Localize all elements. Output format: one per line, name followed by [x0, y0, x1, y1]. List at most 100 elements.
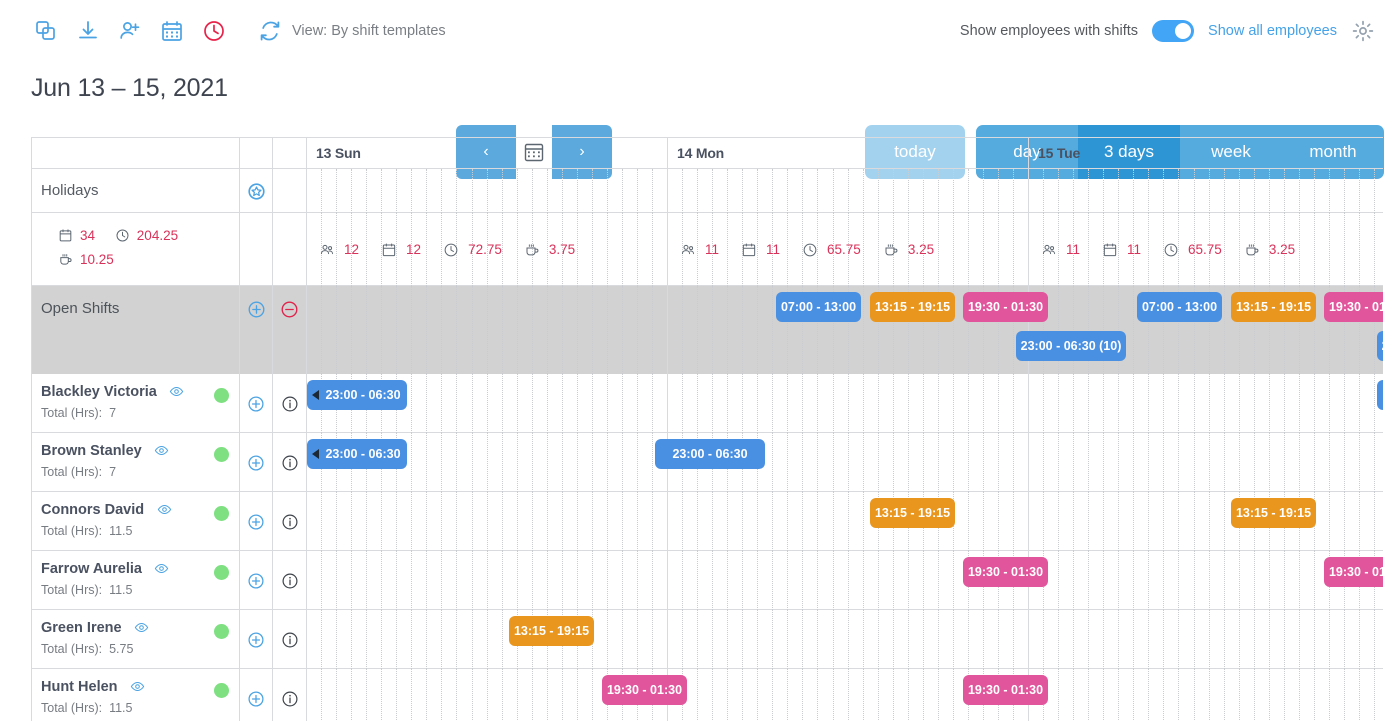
- employee-info-cell[interactable]: [273, 433, 307, 492]
- employee-day-0[interactable]: 13:15 - 19:15: [307, 610, 668, 669]
- view-mode-control[interactable]: View: By shift templates: [258, 19, 446, 43]
- toggle-label-all-employees[interactable]: Show all employees: [1208, 23, 1337, 39]
- employee-add-cell[interactable]: [240, 374, 273, 433]
- shift-chip[interactable]: 23:00 - 06:30: [307, 439, 407, 469]
- eye-icon[interactable]: [130, 679, 145, 694]
- plus-circle-icon[interactable]: [247, 300, 266, 319]
- employee-day-1[interactable]: 13:15 - 19:15: [668, 492, 1029, 551]
- open-shifts-day-1[interactable]: 07:00 - 13:00 13:15 - 19:15 19:30 - 01:3…: [668, 286, 1029, 374]
- employee-add-cell[interactable]: [240, 433, 273, 492]
- info-circle-icon[interactable]: [281, 572, 299, 590]
- shift-chip[interactable]: 19:30 - 01:30: [1324, 557, 1383, 587]
- open-shifts-day-0[interactable]: [307, 286, 668, 374]
- info-circle-icon[interactable]: [281, 454, 299, 472]
- info-circle-icon[interactable]: [281, 513, 299, 531]
- info-circle-icon[interactable]: [281, 631, 299, 649]
- plus-circle-icon[interactable]: [247, 513, 265, 531]
- employee-info-cell[interactable]: [273, 610, 307, 669]
- shift-chip[interactable]: 19:30 - 01:30: [602, 675, 687, 705]
- shift-chip[interactable]: 07:00 - 13:00: [1137, 292, 1222, 322]
- employee-add-cell[interactable]: [240, 551, 273, 610]
- shift-chip[interactable]: 19:30 - 01:30: [963, 557, 1048, 587]
- shift-chip[interactable]: 13:15 - 19:15: [870, 498, 955, 528]
- employee-day-0[interactable]: [307, 551, 668, 610]
- employee-day-2[interactable]: [1029, 669, 1383, 721]
- shift-chip[interactable]: 13:15 - 19:15: [1231, 292, 1316, 322]
- gear-icon[interactable]: [1351, 19, 1375, 43]
- employee-day-2[interactable]: 19:30 - 01:30: [1029, 551, 1383, 610]
- shift-chip[interactable]: 19:30 - 01:30: [1324, 292, 1383, 322]
- holidays-day-0[interactable]: [307, 169, 668, 213]
- info-circle-icon[interactable]: [281, 690, 299, 708]
- employee-day-0[interactable]: [307, 492, 668, 551]
- shift-chip[interactable]: 19:30 - 01:30: [963, 675, 1048, 705]
- employee-day-2[interactable]: 13:15 - 19:15: [1029, 492, 1383, 551]
- coffee-break-icon: [58, 252, 73, 267]
- eye-icon[interactable]: [157, 502, 172, 517]
- plus-circle-icon[interactable]: [247, 690, 265, 708]
- employee-info-cell[interactable]: [273, 492, 307, 551]
- plus-circle-icon[interactable]: [247, 395, 265, 413]
- eye-icon[interactable]: [154, 561, 169, 576]
- employee-name: Green Irene: [41, 620, 122, 636]
- minus-circle-icon[interactable]: [280, 300, 299, 319]
- clock-icon[interactable]: [202, 19, 226, 43]
- plus-circle-icon[interactable]: [247, 631, 265, 649]
- employee-day-2[interactable]: [1029, 610, 1383, 669]
- refresh-icon[interactable]: [258, 19, 282, 43]
- employee-add-cell[interactable]: [240, 492, 273, 551]
- day-breaks-value: 3.75: [549, 242, 575, 257]
- shift-chip[interactable]: 13:15 - 19:15: [1231, 498, 1316, 528]
- employee-row: Connors David Total (Hrs): 11.5: [32, 492, 1383, 551]
- employee-day-cells: 23:00 - 06:30 23:00 - 06:30: [307, 433, 1383, 491]
- download-icon[interactable]: [76, 19, 100, 43]
- employee-total-value: 11.5: [109, 701, 132, 715]
- copy-icon[interactable]: [34, 19, 58, 43]
- open-shifts-add-cell[interactable]: [240, 286, 273, 374]
- employee-day-0[interactable]: 23:00 - 06:30 23:00 - 06:30: [307, 433, 668, 492]
- employee-add-cell[interactable]: [240, 669, 273, 721]
- info-circle-icon[interactable]: [281, 395, 299, 413]
- shift-chip[interactable]: 23:00 - 06:30: [1377, 380, 1383, 410]
- employee-day-1[interactable]: 19:30 - 01:30: [668, 551, 1029, 610]
- people-icon: [319, 242, 335, 258]
- employee-day-2[interactable]: [1029, 433, 1383, 492]
- shift-chip[interactable]: 13:15 - 19:15: [509, 616, 594, 646]
- employee-info-cell[interactable]: [273, 374, 307, 433]
- employee-day-1[interactable]: 19:30 - 01:30: [668, 669, 1029, 721]
- employee-total-value: 11.5: [109, 583, 132, 597]
- employee-day-1[interactable]: [668, 374, 1029, 433]
- shift-chip[interactable]: 13:15 - 19:15: [870, 292, 955, 322]
- shift-chip[interactable]: 23:00 - 06:30 (10): [1377, 331, 1383, 361]
- eye-icon[interactable]: [134, 620, 149, 635]
- status-dot: [214, 683, 229, 698]
- employee-day-2[interactable]: 23:00 - 06:30: [1029, 374, 1383, 433]
- add-user-icon[interactable]: [118, 19, 142, 43]
- calendar-icon[interactable]: [160, 19, 184, 43]
- summary-row: 34 204.25: [32, 213, 1383, 286]
- employee-name: Blackley Victoria: [41, 384, 157, 400]
- shift-chip[interactable]: 23:00 - 06:30: [307, 380, 407, 410]
- eye-icon[interactable]: [169, 384, 184, 399]
- employee-info-cell[interactable]: [273, 551, 307, 610]
- eye-icon[interactable]: [154, 443, 169, 458]
- employee-day-1[interactable]: [668, 610, 1029, 669]
- plus-circle-icon[interactable]: [247, 454, 265, 472]
- shift-chip[interactable]: 23:00 - 06:30: [655, 439, 765, 469]
- holidays-day-2[interactable]: [1029, 169, 1383, 213]
- employee-day-0[interactable]: 23:00 - 06:30: [307, 374, 668, 433]
- holidays-day-1[interactable]: [668, 169, 1029, 213]
- show-all-employees-toggle[interactable]: [1152, 20, 1194, 42]
- shift-chip[interactable]: 23:00 - 06:30 (10): [1016, 331, 1126, 361]
- shift-chip[interactable]: 19:30 - 01:30: [963, 292, 1048, 322]
- plus-circle-icon[interactable]: [247, 572, 265, 590]
- holidays-icon-cell[interactable]: [240, 169, 273, 213]
- shift-chip[interactable]: 07:00 - 13:00: [776, 292, 861, 322]
- open-shifts-remove-cell[interactable]: [273, 286, 307, 374]
- employee-info-cell[interactable]: [273, 669, 307, 721]
- employee-add-cell[interactable]: [240, 610, 273, 669]
- holiday-star-icon[interactable]: [247, 182, 266, 201]
- day-stats: 11 11: [1029, 213, 1383, 286]
- summary-spacer-b: [273, 213, 307, 286]
- employee-day-0[interactable]: 19:30 - 01:30: [307, 669, 668, 721]
